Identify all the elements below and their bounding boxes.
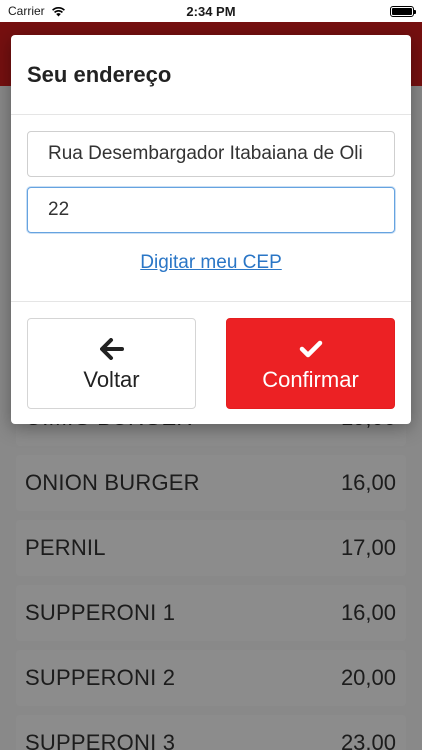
modal-body: Digitar meu CEP [11, 115, 411, 297]
status-bar: Carrier 2:34 PM [0, 0, 422, 22]
back-button[interactable]: Voltar [27, 318, 196, 409]
status-time: 2:34 PM [186, 3, 236, 19]
arrow-left-icon [99, 335, 124, 363]
cep-link-row: Digitar meu CEP [27, 243, 395, 297]
enter-cep-link[interactable]: Digitar meu CEP [140, 252, 282, 273]
back-button-label: Voltar [83, 366, 140, 392]
confirm-button[interactable]: Confirmar [226, 318, 395, 409]
battery-icon [390, 5, 416, 17]
check-icon [299, 335, 323, 363]
modal-footer: Voltar Confirmar [11, 301, 411, 424]
confirm-button-label: Confirmar [262, 366, 359, 392]
number-input[interactable] [27, 187, 395, 233]
street-input[interactable] [27, 131, 395, 177]
modal-title: Seu endereço [27, 61, 172, 87]
battery-fill [392, 7, 412, 15]
modal-header: Seu endereço [11, 35, 411, 115]
address-modal: Seu endereço Digitar meu CEP Voltar Co [11, 35, 411, 424]
